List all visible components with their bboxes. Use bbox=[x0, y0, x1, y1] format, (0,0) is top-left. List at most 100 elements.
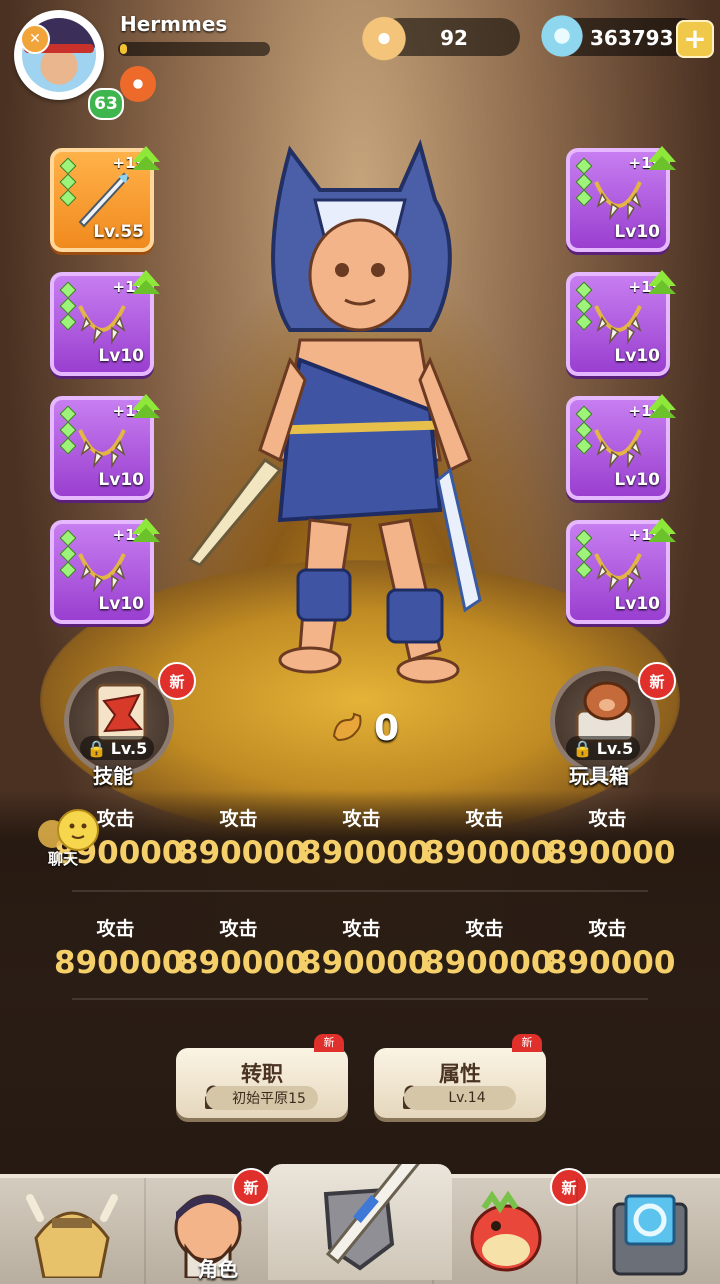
nav-tab-pet[interactable]: 新 bbox=[432, 1168, 588, 1284]
player-name: Hermmes bbox=[120, 12, 228, 36]
portal-icon bbox=[612, 1194, 688, 1276]
upgrade-arrow-icon bbox=[132, 146, 160, 170]
attributes-new-badge: 新 bbox=[512, 1034, 542, 1052]
fang-necklace-icon bbox=[594, 305, 642, 345]
attributes-button[interactable]: 新 属性 Lv.14 bbox=[374, 1034, 546, 1118]
stat-label: 攻击 bbox=[219, 808, 258, 830]
stat-item: 攻击 890000 bbox=[423, 804, 553, 871]
stat-value: 890000 bbox=[546, 945, 676, 981]
fang-necklace-icon bbox=[78, 305, 126, 345]
stat-value: 890000 bbox=[177, 835, 307, 871]
upgrade-arrow-icon bbox=[132, 270, 160, 294]
combat-power-value: 0 bbox=[374, 707, 400, 749]
stat-label: 攻击 bbox=[342, 918, 381, 940]
stat-value: 890000 bbox=[423, 945, 553, 981]
attributes-title: 属性 bbox=[439, 1062, 481, 1086]
equipment-slot-left-4[interactable]: +19 Lv10 bbox=[50, 518, 160, 624]
chat-button[interactable]: 聊天 bbox=[34, 808, 110, 868]
fang-necklace-icon bbox=[78, 553, 126, 593]
stats-divider bbox=[72, 998, 648, 1000]
tribe-icon bbox=[26, 1194, 118, 1280]
stat-value: 890000 bbox=[546, 835, 676, 871]
equipment-slot-right-2[interactable]: +19 Lv10 bbox=[566, 270, 676, 376]
stat-item: 攻击 890000 bbox=[177, 914, 307, 981]
stat-value: 890000 bbox=[300, 945, 430, 981]
equipment-slot-left-3[interactable]: +19 Lv10 bbox=[50, 394, 160, 500]
item-level: Lv10 bbox=[614, 346, 660, 366]
stat-value: 890000 bbox=[300, 835, 430, 871]
nav-tab-equipment[interactable] bbox=[268, 1151, 452, 1280]
upgrade-arrow-icon bbox=[132, 518, 160, 542]
attributes-requirement: Lv.14 bbox=[404, 1086, 516, 1110]
tribe-badge-icon: ✕ bbox=[20, 24, 50, 54]
fang-necklace-icon bbox=[594, 429, 642, 469]
lock-icon: 🔒 bbox=[572, 738, 593, 758]
lock-icon: 🔒 bbox=[86, 738, 107, 758]
stat-label: 攻击 bbox=[588, 918, 627, 940]
nav-tab-tribe[interactable] bbox=[0, 1178, 144, 1284]
player-avatar[interactable]: ✕ 63 bbox=[14, 10, 124, 120]
gem-amount: 363793 bbox=[590, 26, 674, 50]
stat-item: 攻击 890000 bbox=[54, 914, 183, 981]
skill-label: 技能 bbox=[93, 764, 133, 788]
nav-tab-portal[interactable] bbox=[576, 1178, 720, 1284]
stat-label: 攻击 bbox=[588, 808, 627, 830]
job-change-requirement: 初始平原15 bbox=[206, 1086, 318, 1110]
stat-value: 890000 bbox=[423, 835, 553, 871]
toybox-level-text: Lv.5 bbox=[596, 738, 634, 758]
exp-bar bbox=[118, 42, 270, 56]
stats-row-2: 攻击 890000 攻击 890000 攻击 890000 攻击 890000 攻击 890000 bbox=[54, 914, 676, 994]
shell-counter[interactable]: 92 bbox=[358, 10, 520, 62]
shell-amount: 92 bbox=[440, 26, 468, 50]
stat-label: 攻击 bbox=[465, 918, 504, 940]
equipment-slot-left-1[interactable]: +19 Lv.55 bbox=[50, 146, 160, 252]
stat-item: 攻击 890000 bbox=[423, 914, 553, 981]
item-level: Lv10 bbox=[614, 594, 660, 614]
toybox-label: 玩具箱 bbox=[569, 764, 629, 788]
stats-row-1: 攻击 890000 攻击 890000 攻击 890000 攻击 890000 攻击 890000 bbox=[54, 804, 676, 884]
muscle-arm-icon bbox=[332, 712, 362, 742]
gem-icon bbox=[536, 10, 588, 62]
stat-item: 攻击 890000 bbox=[546, 804, 676, 871]
stat-item: 攻击 890000 bbox=[300, 914, 430, 981]
title-badge-icon[interactable] bbox=[120, 66, 156, 102]
job-change-new-badge: 新 bbox=[314, 1034, 344, 1052]
stat-item: 攻击 890000 bbox=[300, 804, 430, 871]
skill-level: 🔒 Lv.5 bbox=[80, 736, 154, 760]
equipment-slot-left-2[interactable]: +19 Lv10 bbox=[50, 270, 160, 376]
stat-label: 攻击 bbox=[465, 808, 504, 830]
job-change-button[interactable]: 新 转职 初始平原15 bbox=[176, 1034, 348, 1118]
toybox-level: 🔒 Lv.5 bbox=[566, 736, 640, 760]
upgrade-arrow-icon bbox=[648, 270, 676, 294]
fang-necklace-icon bbox=[594, 181, 642, 221]
stat-item: 攻击 890000 bbox=[546, 914, 676, 981]
equipment-slot-right-1[interactable]: +19 Lv10 bbox=[566, 146, 676, 252]
item-level: Lv.55 bbox=[93, 222, 144, 242]
upgrade-arrow-icon bbox=[648, 518, 676, 542]
skill-button[interactable]: 🔒 Lv.5 技能 新 bbox=[58, 662, 196, 788]
stat-label: 攻击 bbox=[96, 918, 135, 940]
exp-fill bbox=[120, 44, 128, 54]
skill-new-badge: 新 bbox=[158, 662, 196, 700]
job-change-title: 转职 bbox=[241, 1062, 283, 1086]
sword-shield-icon bbox=[323, 1151, 421, 1271]
equipment-slot-right-4[interactable]: +19 Lv10 bbox=[566, 518, 676, 624]
equipment-slot-right-3[interactable]: +19 Lv10 bbox=[566, 394, 676, 500]
gem-counter[interactable]: 363793 + bbox=[536, 10, 714, 62]
character-new-badge: 新 bbox=[232, 1168, 270, 1206]
stat-item: 攻击 890000 bbox=[177, 804, 307, 871]
fang-necklace-icon bbox=[594, 553, 642, 593]
fang-necklace-icon bbox=[78, 429, 126, 469]
stats-divider bbox=[72, 890, 648, 892]
upgrade-arrow-icon bbox=[648, 394, 676, 418]
item-level: Lv10 bbox=[614, 470, 660, 490]
item-level: Lv10 bbox=[98, 594, 144, 614]
item-level: Lv10 bbox=[98, 346, 144, 366]
item-level: Lv10 bbox=[98, 470, 144, 490]
toybox-button[interactable]: 🔒 Lv.5 玩具箱 新 bbox=[544, 662, 676, 788]
stat-value: 890000 bbox=[177, 945, 307, 981]
spear-icon bbox=[78, 172, 130, 228]
add-gems-button[interactable]: + bbox=[676, 20, 714, 58]
skill-level-text: Lv.5 bbox=[110, 738, 148, 758]
upgrade-arrow-icon bbox=[132, 394, 160, 418]
